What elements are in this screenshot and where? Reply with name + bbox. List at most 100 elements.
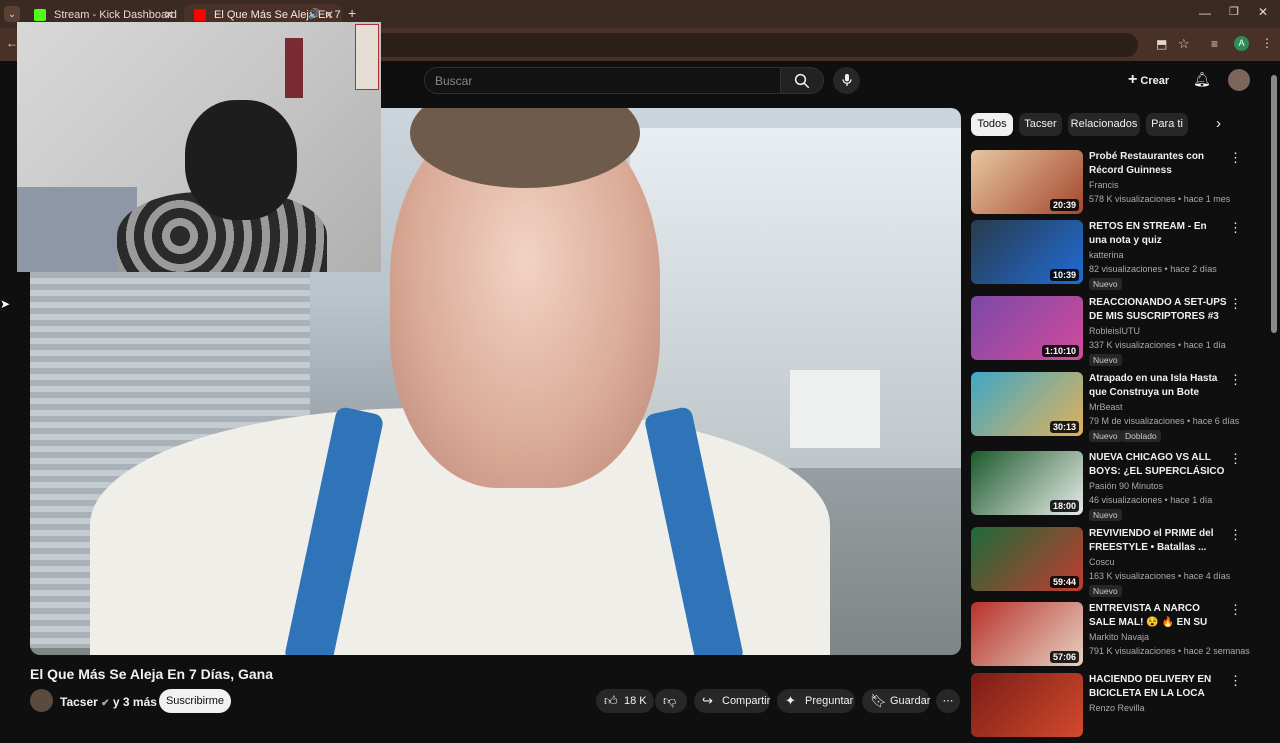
video-thumbnail[interactable]: 59:44 — [971, 527, 1083, 591]
recommendation-meta: 79 M de visualizaciones • hace 6 días — [1089, 416, 1240, 426]
duration-badge: 20:39 — [1049, 199, 1079, 211]
search-input[interactable]: Buscar — [424, 67, 781, 94]
recommendation-meta: 82 visualizaciones • hace 2 días — [1089, 264, 1217, 274]
recommendation-channel[interactable]: katterina — [1089, 250, 1124, 260]
tab-label: El Que Más Se Aleja En 7 Días — [214, 9, 342, 21]
share-label: Compartir — [722, 695, 771, 707]
like-count: 18 K — [624, 695, 647, 707]
sparkle-icon: ✦ — [785, 693, 796, 708]
recommendation-title[interactable]: HACIENDO DELIVERY EN BICICLETA EN LA LOC… — [1089, 673, 1227, 701]
like-button[interactable]: 👍︎ 18 K — [596, 689, 654, 713]
install-app-icon[interactable]: ⬒ — [1156, 37, 1167, 51]
more-vertical-icon[interactable]: ⋮ — [1229, 527, 1242, 543]
recommendation-item[interactable]: 1:10:10 REACCIONANDO A SET-UPS DE MIS SUS… — [971, 296, 1261, 366]
subscribe-button[interactable]: Suscribirme — [159, 689, 231, 713]
channel-label: Tacser — [60, 695, 98, 709]
video-scene-door — [790, 370, 880, 448]
chips-next-chevron-icon[interactable]: › — [1216, 115, 1221, 132]
video-thumbnail[interactable]: 20:39 — [971, 150, 1083, 214]
duration-badge: 59:44 — [1049, 576, 1079, 588]
ask-label: Preguntar — [805, 695, 854, 707]
recommendation-item[interactable]: 10:39 RETOS EN STREAM - En una nota y qui… — [971, 220, 1261, 290]
new-badge: Nuevo — [1089, 585, 1122, 597]
recommendation-title[interactable]: NUEVA CHICAGO VS ALL BOYS: ¿EL SUPERCLÁS… — [1089, 451, 1227, 479]
recommendation-channel[interactable]: Markito Navaja — [1089, 632, 1149, 642]
recommendation-item[interactable]: 30:13 Atrapado en una Isla Hasta que Cons… — [971, 372, 1261, 442]
recommendation-meta: 46 visualizaciones • hace 1 día — [1089, 495, 1213, 505]
more-vertical-icon[interactable]: ⋮ — [1229, 372, 1242, 388]
video-thumbnail[interactable]: 1:10:10 — [971, 296, 1083, 360]
create-label: Crear — [1140, 75, 1170, 87]
recommendation-title[interactable]: ENTREVISTA A NARCO SALE MAL! 😵 🔥 EN SU P… — [1089, 602, 1227, 630]
more-vertical-icon[interactable]: ⋮ — [1229, 602, 1242, 618]
page-scrollbar[interactable] — [1271, 75, 1277, 333]
media-control-icon[interactable]: ≡ — [1211, 37, 1218, 51]
minimize-button[interactable]: — — [1199, 6, 1211, 20]
tab-search-dropdown[interactable]: ⌄ — [4, 6, 20, 22]
recommendation-channel[interactable]: RobleisIUTU — [1089, 326, 1140, 336]
new-badge: Nuevo — [1089, 354, 1122, 366]
recommendation-item[interactable]: HACIENDO DELIVERY EN BICICLETA EN LA LOC… — [971, 673, 1261, 743]
share-icon: ↪ — [702, 693, 713, 708]
recommendation-channel[interactable]: Francis — [1089, 180, 1119, 190]
duration-badge: 57:06 — [1049, 651, 1079, 663]
recommendation-item[interactable]: 59:44 REVIVIENDO el PRIME del FREESTYLE •… — [971, 527, 1261, 597]
more-vertical-icon[interactable]: ⋮ — [1229, 220, 1242, 236]
recommendation-channel[interactable]: MrBeast — [1089, 402, 1123, 412]
ask-button[interactable]: ✦ Preguntar — [777, 689, 855, 713]
profile-avatar[interactable]: A — [1234, 36, 1249, 51]
recommendation-channel[interactable]: Pasión 90 Minutos — [1089, 481, 1163, 491]
chip-para-ti[interactable]: Para ti — [1146, 113, 1188, 136]
close-window-button[interactable]: ✕ — [1258, 5, 1268, 19]
share-button[interactable]: ↪ Compartir — [694, 689, 770, 713]
bookmark-star-icon[interactable]: ☆ — [1178, 36, 1190, 52]
chip-todos[interactable]: Todos — [971, 113, 1013, 136]
dubbed-badge: Doblado — [1121, 430, 1161, 442]
chip-relacionados[interactable]: Relacionados — [1068, 113, 1140, 136]
recommendation-title[interactable]: RETOS EN STREAM - En una nota y quiz — [1089, 220, 1227, 248]
duration-badge: 10:39 — [1049, 269, 1079, 281]
recommendation-title[interactable]: REVIVIENDO el PRIME del FREESTYLE • Bata… — [1089, 527, 1227, 555]
save-button[interactable]: 🔖︎ Guardar — [862, 689, 930, 713]
recommendation-item[interactable]: 57:06 ENTREVISTA A NARCO SALE MAL! 😵 🔥 EN… — [971, 602, 1261, 672]
maximize-button[interactable]: ❐ — [1229, 5, 1239, 18]
more-vertical-icon[interactable]: ⋮ — [1229, 451, 1242, 467]
recommendation-channel[interactable]: Coscu — [1089, 557, 1115, 567]
kick-icon — [34, 9, 46, 21]
chip-tacser[interactable]: Tacser — [1019, 113, 1062, 136]
video-thumbnail[interactable]: 30:13 — [971, 372, 1083, 436]
channel-name[interactable]: Tacser ✔ y 3 más — [60, 695, 157, 709]
notifications-bell-icon[interactable]: 🔔︎ — [1193, 71, 1211, 88]
webcam-overlay — [17, 22, 381, 272]
new-badge: Nuevo — [1089, 278, 1122, 290]
dislike-button[interactable]: 👎︎ — [655, 689, 687, 713]
webcam-poster — [285, 38, 303, 98]
create-button[interactable]: + Crear — [1128, 71, 1176, 91]
recommendation-item[interactable]: 20:39 Probé Restaurantes con Récord Guinn… — [971, 150, 1261, 220]
more-vertical-icon[interactable]: ⋮ — [1229, 150, 1242, 166]
more-vertical-icon[interactable]: ⋮ — [1229, 296, 1242, 312]
search-icon — [794, 73, 810, 89]
search-button[interactable] — [780, 67, 824, 94]
recommendation-title[interactable]: REACCIONANDO A SET-UPS DE MIS SUSCRIPTOR… — [1089, 296, 1227, 324]
recommendation-meta: 337 K visualizaciones • hace 1 día — [1089, 340, 1226, 350]
channel-avatar[interactable] — [30, 689, 53, 712]
save-label: Guardar — [890, 695, 931, 707]
video-thumbnail[interactable]: 18:00 — [971, 451, 1083, 515]
account-avatar[interactable] — [1228, 69, 1250, 91]
video-thumbnail[interactable]: 57:06 — [971, 602, 1083, 666]
more-actions-button[interactable]: ⋯ — [936, 689, 960, 713]
video-thumbnail[interactable] — [971, 673, 1083, 737]
new-tab-button[interactable]: + — [348, 5, 356, 21]
recommendation-title[interactable]: Probé Restaurantes con Récord Guinness — [1089, 150, 1227, 178]
recommendation-item[interactable]: 18:00 NUEVA CHICAGO VS ALL BOYS: ¿EL SUPE… — [971, 451, 1261, 521]
more-vertical-icon[interactable]: ⋮ — [1229, 673, 1242, 689]
verified-icon: ✔ — [101, 698, 110, 709]
duration-badge: 30:13 — [1049, 421, 1079, 433]
voice-search-button[interactable] — [833, 67, 860, 94]
video-thumbnail[interactable]: 10:39 — [971, 220, 1083, 284]
recommendation-channel[interactable]: Renzo Revilla — [1089, 703, 1145, 713]
recommendation-title[interactable]: Atrapado en una Isla Hasta que Construya… — [1089, 372, 1227, 400]
tab-label: Stream - Kick Dashboard — [54, 9, 177, 21]
browser-menu-icon[interactable]: ⋮ — [1261, 36, 1273, 50]
